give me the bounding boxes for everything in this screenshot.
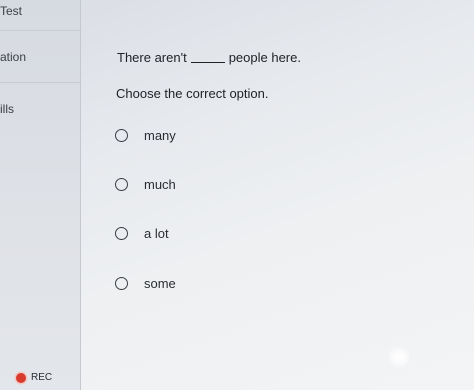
option-some[interactable]: some xyxy=(115,276,176,291)
question-suffix: people here. xyxy=(228,50,301,65)
sidebar-item-ation[interactable]: ation xyxy=(0,50,26,64)
radio-button[interactable] xyxy=(115,129,128,142)
answer-blank xyxy=(190,62,225,63)
instruction-text: Choose the correct option. xyxy=(116,86,269,101)
sidebar-divider xyxy=(0,82,80,83)
option-label: many xyxy=(144,128,176,143)
option-label: some xyxy=(144,276,176,291)
option-a-lot[interactable]: a lot xyxy=(115,226,169,241)
question-text: There aren't people here. xyxy=(117,50,301,65)
question-panel: There aren't people here. Choose the corr… xyxy=(81,0,474,390)
option-many[interactable]: many xyxy=(115,128,176,143)
option-label: a lot xyxy=(144,226,169,241)
option-label: much xyxy=(144,177,176,192)
record-icon xyxy=(16,372,26,383)
radio-button[interactable] xyxy=(115,277,128,290)
screen-glare xyxy=(388,346,410,368)
radio-button[interactable] xyxy=(115,227,128,240)
question-prefix: There aren't xyxy=(117,50,187,65)
sidebar-item-ills[interactable]: ills xyxy=(0,102,14,116)
sidebar: Test ation ills REC xyxy=(0,0,81,390)
sidebar-item-test[interactable]: Test xyxy=(0,4,22,18)
sidebar-divider xyxy=(0,30,80,31)
recording-label: REC xyxy=(31,372,53,383)
option-much[interactable]: much xyxy=(115,177,176,192)
radio-button[interactable] xyxy=(115,178,128,191)
recording-indicator: REC xyxy=(16,372,52,383)
